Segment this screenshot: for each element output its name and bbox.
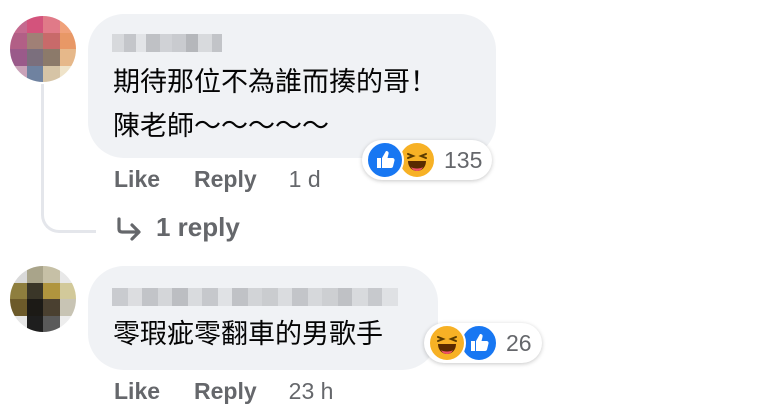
comment-actions: Like Reply 1 d (114, 166, 321, 193)
reactions-summary[interactable]: 26 (424, 323, 542, 363)
comment-text-line-1: 零瑕疵零翻車的男歌手 (113, 319, 383, 350)
like-icon (366, 141, 404, 179)
like-button[interactable]: Like (114, 166, 160, 193)
timestamp[interactable]: 1 d (289, 166, 321, 193)
reactions-summary[interactable]: 135 (362, 140, 493, 180)
view-replies-label: 1 reply (156, 212, 240, 242)
previous-comment-remnant (200, 0, 260, 2)
reaction-count: 135 (444, 146, 483, 173)
author-name-blurred[interactable] (112, 34, 222, 52)
haha-icon (428, 324, 466, 362)
avatar[interactable] (10, 266, 76, 332)
timestamp[interactable]: 23 h (289, 378, 334, 405)
avatar[interactable] (10, 16, 76, 82)
like-button[interactable]: Like (114, 378, 160, 405)
thread-connector-line (41, 84, 96, 233)
author-name-blurred[interactable] (112, 288, 398, 306)
comment-text-line-1: 期待那位不為誰而揍的哥！ (113, 67, 437, 98)
reply-button[interactable]: Reply (194, 378, 257, 405)
reply-arrow-icon (117, 216, 141, 241)
view-replies-link[interactable]: 1 reply (114, 212, 240, 243)
reply-button[interactable]: Reply (194, 166, 257, 193)
reaction-count: 26 (506, 329, 532, 356)
comment-actions: Like Reply 23 h (114, 378, 333, 405)
comment-text-line-2: 陳老師～～～～～ (113, 111, 329, 142)
